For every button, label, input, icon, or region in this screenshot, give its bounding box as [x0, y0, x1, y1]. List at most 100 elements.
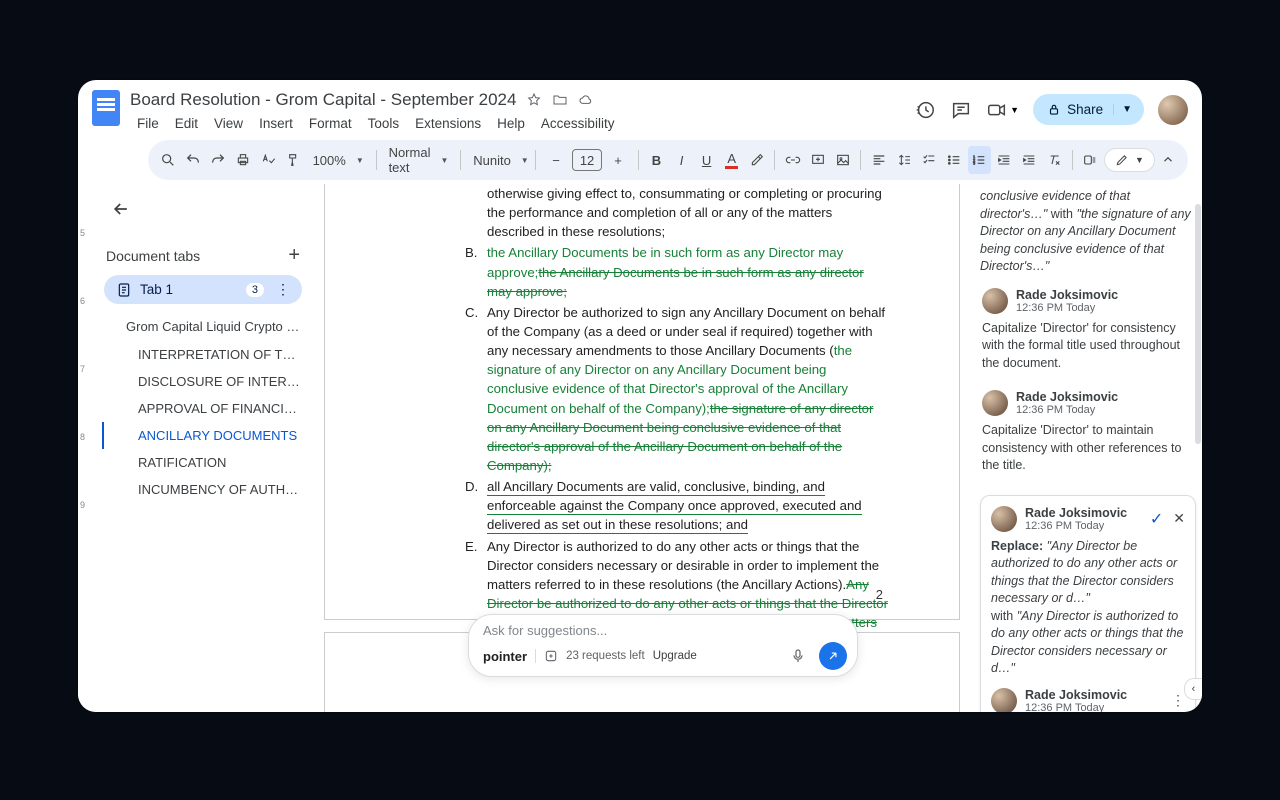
collapse-toolbar-button[interactable] — [1157, 146, 1180, 174]
checklist-button[interactable] — [917, 146, 940, 174]
underline-button[interactable]: U — [695, 146, 718, 174]
menu-view[interactable]: View — [207, 112, 250, 135]
page[interactable]: otherwise giving effect to, consummating… — [324, 184, 960, 620]
menu-tools[interactable]: Tools — [361, 112, 407, 135]
tab-label: Tab 1 — [140, 282, 173, 297]
link-button[interactable] — [781, 146, 804, 174]
add-comment-button[interactable] — [806, 146, 829, 174]
comment-card[interactable]: Rade Joksimovic12:36 PM Today Capitalize… — [980, 284, 1196, 387]
text-color-button[interactable]: A — [720, 146, 743, 174]
suggestion-card-active[interactable]: Rade Joksimovic12:36 PM Today ✓ ✕ Replac… — [980, 495, 1196, 713]
menu-format[interactable]: Format — [302, 112, 359, 135]
outline-item[interactable]: RATIFICATION — [104, 449, 302, 476]
bold-button[interactable]: B — [645, 146, 668, 174]
font-increase-button[interactable]: + — [604, 146, 632, 174]
font-select[interactable]: Nunito▼ — [467, 147, 529, 173]
move-folder-icon[interactable] — [552, 92, 568, 108]
title-bar: Board Resolution - Grom Capital - Septem… — [78, 80, 1202, 140]
comment-more-button[interactable]: ⋮ — [1171, 692, 1185, 709]
meet-button[interactable]: ▼ — [986, 99, 1019, 121]
account-avatar[interactable] — [1158, 95, 1188, 125]
suggestion-body: Replace: "Any Director be authorized to … — [991, 538, 1185, 678]
bulleted-list-button[interactable] — [943, 146, 966, 174]
document-title[interactable]: Board Resolution - Grom Capital - Septem… — [130, 90, 516, 110]
menu-help[interactable]: Help — [490, 112, 532, 135]
add-tab-button[interactable]: + — [288, 244, 300, 267]
comments-panel: conclusive evidence of that director's…"… — [974, 184, 1202, 712]
dictate-button[interactable] — [1079, 146, 1102, 174]
share-button[interactable]: Share ▼ — [1033, 94, 1144, 125]
align-button[interactable] — [867, 146, 890, 174]
document-area: 1 2 3 4 5 6 7 8 otherwise giving effect … — [312, 184, 974, 712]
indent-increase-button[interactable] — [1018, 146, 1041, 174]
print-icon[interactable] — [231, 146, 254, 174]
avatar — [991, 506, 1017, 532]
reject-suggestion-button[interactable]: ✕ — [1173, 510, 1185, 527]
comment-body: Capitalize 'Director' for consistency wi… — [982, 320, 1194, 373]
page-number: 2 — [876, 586, 883, 605]
spellcheck-icon[interactable] — [256, 146, 279, 174]
comment-body: Capitalize 'Director' to maintain consis… — [982, 422, 1194, 475]
ai-suggestion-bar: Ask for suggestions... pointer 23 reques… — [468, 614, 858, 677]
star-icon[interactable] — [526, 92, 542, 108]
request-icon — [544, 649, 558, 663]
menu-file[interactable]: File — [130, 112, 166, 135]
italic-button[interactable]: I — [670, 146, 693, 174]
outline: Grom Capital Liquid Crypto Fund INTERPRE… — [104, 312, 302, 503]
cloud-status-icon[interactable] — [578, 92, 594, 108]
numbered-list-button[interactable]: 123 — [968, 146, 991, 174]
menu-insert[interactable]: Insert — [252, 112, 300, 135]
outline-item[interactable]: INCUMBENCY OF AUTHORIZED — [104, 476, 302, 503]
avatar — [991, 688, 1017, 713]
font-size-input[interactable]: 12 — [572, 149, 602, 171]
outline-item-active[interactable]: ANCILLARY DOCUMENTS — [102, 422, 302, 449]
sidebar-title: Document tabs — [106, 248, 200, 264]
comments-icon[interactable] — [950, 99, 972, 121]
highlight-button[interactable] — [745, 146, 768, 174]
mic-button[interactable] — [785, 643, 811, 669]
back-button[interactable] — [104, 192, 138, 226]
tab-more-button[interactable]: ⋮ — [272, 281, 294, 298]
ai-requests: 23 requests left — [566, 650, 645, 662]
avatar — [982, 288, 1008, 314]
font-decrease-button[interactable]: − — [542, 146, 570, 174]
outline-item[interactable]: INTERPRETATION OF THIS RESOLUTION — [104, 341, 302, 368]
menu-edit[interactable]: Edit — [168, 112, 205, 135]
share-label: Share — [1067, 102, 1103, 117]
toolbar: 100%▼ Normal text▼ Nunito▼ − 12 + B I U … — [148, 140, 1188, 180]
outline-item[interactable]: Grom Capital Liquid Crypto Fund — [104, 312, 302, 341]
outline-item[interactable]: DISCLOSURE OF INTERESTS — [104, 368, 302, 395]
undo-icon[interactable] — [181, 146, 204, 174]
scrollbar[interactable] — [1195, 204, 1201, 444]
menu-extensions[interactable]: Extensions — [408, 112, 488, 135]
docs-logo[interactable] — [86, 88, 126, 128]
share-caret[interactable]: ▼ — [1113, 104, 1140, 115]
ai-input[interactable]: Ask for suggestions... — [483, 623, 847, 642]
history-icon[interactable] — [914, 99, 936, 121]
line-spacing-button[interactable] — [892, 146, 915, 174]
ai-brand: pointer — [483, 649, 527, 664]
paint-format-icon[interactable] — [281, 146, 304, 174]
upgrade-link[interactable]: Upgrade — [653, 650, 697, 662]
menu-bar: File Edit View Insert Format Tools Exten… — [130, 112, 914, 135]
indent-decrease-button[interactable] — [993, 146, 1016, 174]
clear-format-button[interactable] — [1043, 146, 1066, 174]
tab-count-badge: 3 — [246, 283, 264, 297]
outline-item[interactable]: APPROVAL OF FINANCING — [104, 395, 302, 422]
insert-image-button[interactable] — [831, 146, 854, 174]
accept-suggestion-button[interactable]: ✓ — [1150, 509, 1163, 529]
comment-card[interactable]: Rade Joksimovic12:36 PM Today Capitalize… — [980, 386, 1196, 489]
paragraph-style-select[interactable]: Normal text▼ — [383, 147, 455, 173]
redo-icon[interactable] — [206, 146, 229, 174]
tab-item[interactable]: Tab 1 3 ⋮ — [104, 275, 302, 304]
menu-accessibility[interactable]: Accessibility — [534, 112, 622, 135]
search-icon[interactable] — [156, 146, 179, 174]
zoom-select[interactable]: 100%▼ — [307, 147, 370, 173]
sidebar: Document tabs + Tab 1 3 ⋮ Grom Capital L… — [94, 184, 312, 712]
editing-mode-button[interactable]: ▼ — [1104, 148, 1155, 172]
suggestion-partial: conclusive evidence of that director's…"… — [980, 188, 1196, 276]
send-button[interactable] — [819, 642, 847, 670]
side-panel-toggle[interactable]: ‹ — [1184, 678, 1202, 700]
app-window: Board Resolution - Grom Capital - Septem… — [78, 80, 1202, 712]
avatar — [982, 390, 1008, 416]
